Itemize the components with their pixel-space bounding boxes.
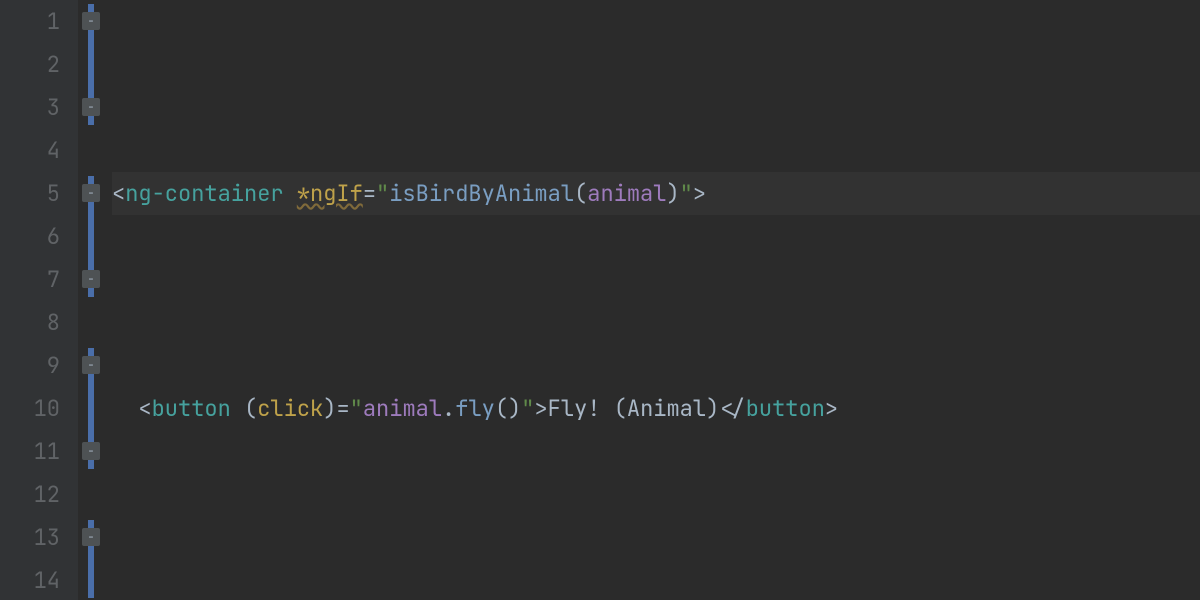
angle-bracket: >: [693, 179, 706, 208]
quote: ": [350, 394, 363, 423]
code-editor[interactable]: 1 2 3 4 5 6 7 8 9 10 11 12 13 14 −−−−−−−…: [0, 0, 1200, 600]
angle-bracket: </: [719, 394, 745, 423]
paren: ): [323, 394, 336, 423]
event-binding: click: [257, 394, 323, 423]
line-number: 11: [0, 430, 60, 473]
binding-identifier: animal: [587, 179, 666, 208]
equals: =: [336, 394, 349, 423]
quote: ": [376, 179, 389, 208]
paren: (: [244, 394, 257, 423]
fold-toggle-icon[interactable]: −: [82, 12, 100, 30]
angle-bracket: <: [138, 394, 151, 423]
paren: (: [574, 179, 587, 208]
equals: =: [363, 179, 376, 208]
binding-identifier: animal: [363, 394, 442, 423]
tag-name: ng-container: [125, 179, 283, 208]
fold-toggle-icon[interactable]: −: [82, 356, 100, 374]
fold-toggle-icon[interactable]: −: [82, 442, 100, 460]
line-number: 7: [0, 258, 60, 301]
paren: ): [666, 179, 679, 208]
angle-bracket: >: [825, 394, 838, 423]
code-line[interactable]: <button (click)="animal.fly()">Fly! (Ani…: [112, 387, 1200, 430]
line-number: 6: [0, 215, 60, 258]
line-number: 9: [0, 344, 60, 387]
fold-toggle-icon[interactable]: −: [82, 98, 100, 116]
directive: *ngIf: [297, 179, 363, 208]
fold-toggle-icon[interactable]: −: [82, 270, 100, 288]
line-number: 12: [0, 473, 60, 516]
fold-toggle-icon[interactable]: −: [82, 528, 100, 546]
tag-name: button: [746, 394, 825, 423]
line-number: 2: [0, 43, 60, 86]
angle-bracket: >: [534, 394, 547, 423]
tag-name: button: [152, 394, 231, 423]
line-number: 8: [0, 301, 60, 344]
element-text: Fly! (Animal): [548, 394, 720, 423]
code-line[interactable]: <ng-container *ngIf="isBirdByAnimal(anim…: [112, 172, 1200, 215]
line-number-gutter: 1 2 3 4 5 6 7 8 9 10 11 12 13 14: [0, 0, 78, 600]
line-number: 5: [0, 172, 60, 215]
quote: ": [680, 179, 693, 208]
fold-toggle-icon[interactable]: −: [82, 184, 100, 202]
line-number: 13: [0, 516, 60, 559]
quote: ": [521, 394, 534, 423]
line-number: 1: [0, 0, 60, 43]
line-number: 4: [0, 129, 60, 172]
angle-bracket: <: [112, 179, 125, 208]
line-number: 3: [0, 86, 60, 129]
line-number: 10: [0, 387, 60, 430]
binding-function: isBirdByAnimal: [389, 179, 574, 208]
line-number: 14: [0, 559, 60, 600]
fold-gutter[interactable]: − − − − − − −: [78, 0, 106, 600]
paren-pair: (): [495, 394, 521, 423]
binding-method: fly: [455, 394, 495, 423]
code-area[interactable]: <ng-container *ngIf="isBirdByAnimal(anim…: [106, 0, 1200, 600]
